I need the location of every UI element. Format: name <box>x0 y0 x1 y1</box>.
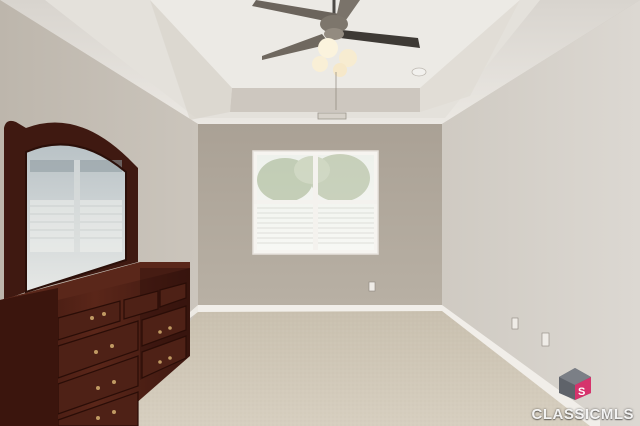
wall-outlet <box>368 281 376 292</box>
wall-outlet <box>511 317 519 330</box>
watermark: S CLASSICMLS <box>508 367 634 423</box>
wall-outlet <box>541 332 550 347</box>
ceiling-vent <box>317 112 347 120</box>
window <box>252 150 379 255</box>
svg-text:S: S <box>578 386 585 398</box>
watermark-text: CLASSICMLS <box>531 406 634 423</box>
classic-mls-logo-icon: S <box>559 368 591 400</box>
room-illustration <box>0 0 640 426</box>
smoke-detector <box>411 67 427 77</box>
room-photo: S CLASSICMLS <box>0 0 640 426</box>
